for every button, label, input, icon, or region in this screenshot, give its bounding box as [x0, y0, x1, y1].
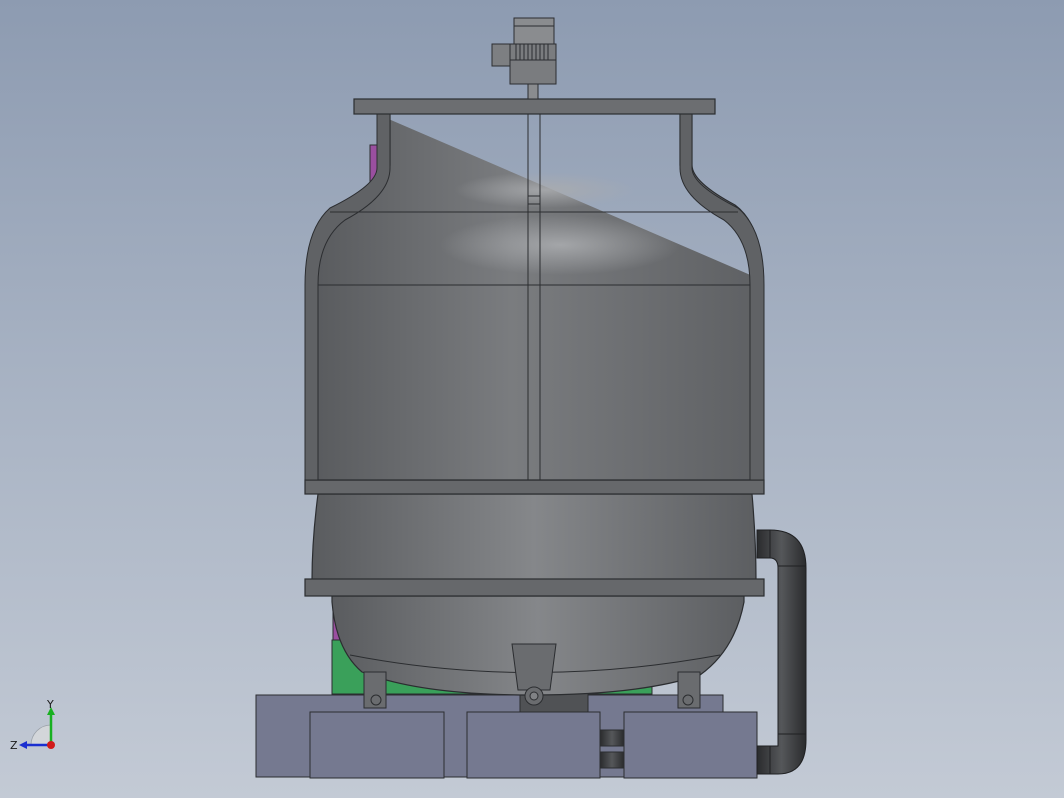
motor-terminal-box: [491, 43, 511, 67]
motor-housing: [509, 43, 557, 85]
small-pipe: [599, 729, 625, 747]
motor-shaft: [527, 83, 539, 100]
motor-cap: [513, 17, 555, 45]
triad-z-label: Z: [10, 739, 18, 752]
triad-z-arrow: [19, 741, 27, 749]
surface-highlight: [440, 215, 680, 275]
small-pipe: [599, 751, 625, 769]
base-block-center: [466, 711, 601, 779]
base-block-left: [309, 711, 445, 779]
triad-y-label: Y: [46, 698, 54, 711]
lower-flange: [304, 578, 765, 597]
top-cover-plate: [353, 98, 716, 115]
surface-highlight: [455, 172, 635, 208]
triad-quarter-disc: [30, 724, 52, 746]
middle-flange: [304, 479, 765, 495]
coordinate-triad: Y Z: [10, 698, 55, 752]
cooling-tower-model[interactable]: [0, 0, 1064, 798]
base-block-right: [623, 711, 758, 779]
triad-x-axis-dot: [47, 741, 55, 749]
graphics-viewport[interactable]: Y Z: [0, 0, 1064, 798]
lower-shell: [311, 493, 757, 581]
outlet-pipe: [756, 529, 807, 775]
